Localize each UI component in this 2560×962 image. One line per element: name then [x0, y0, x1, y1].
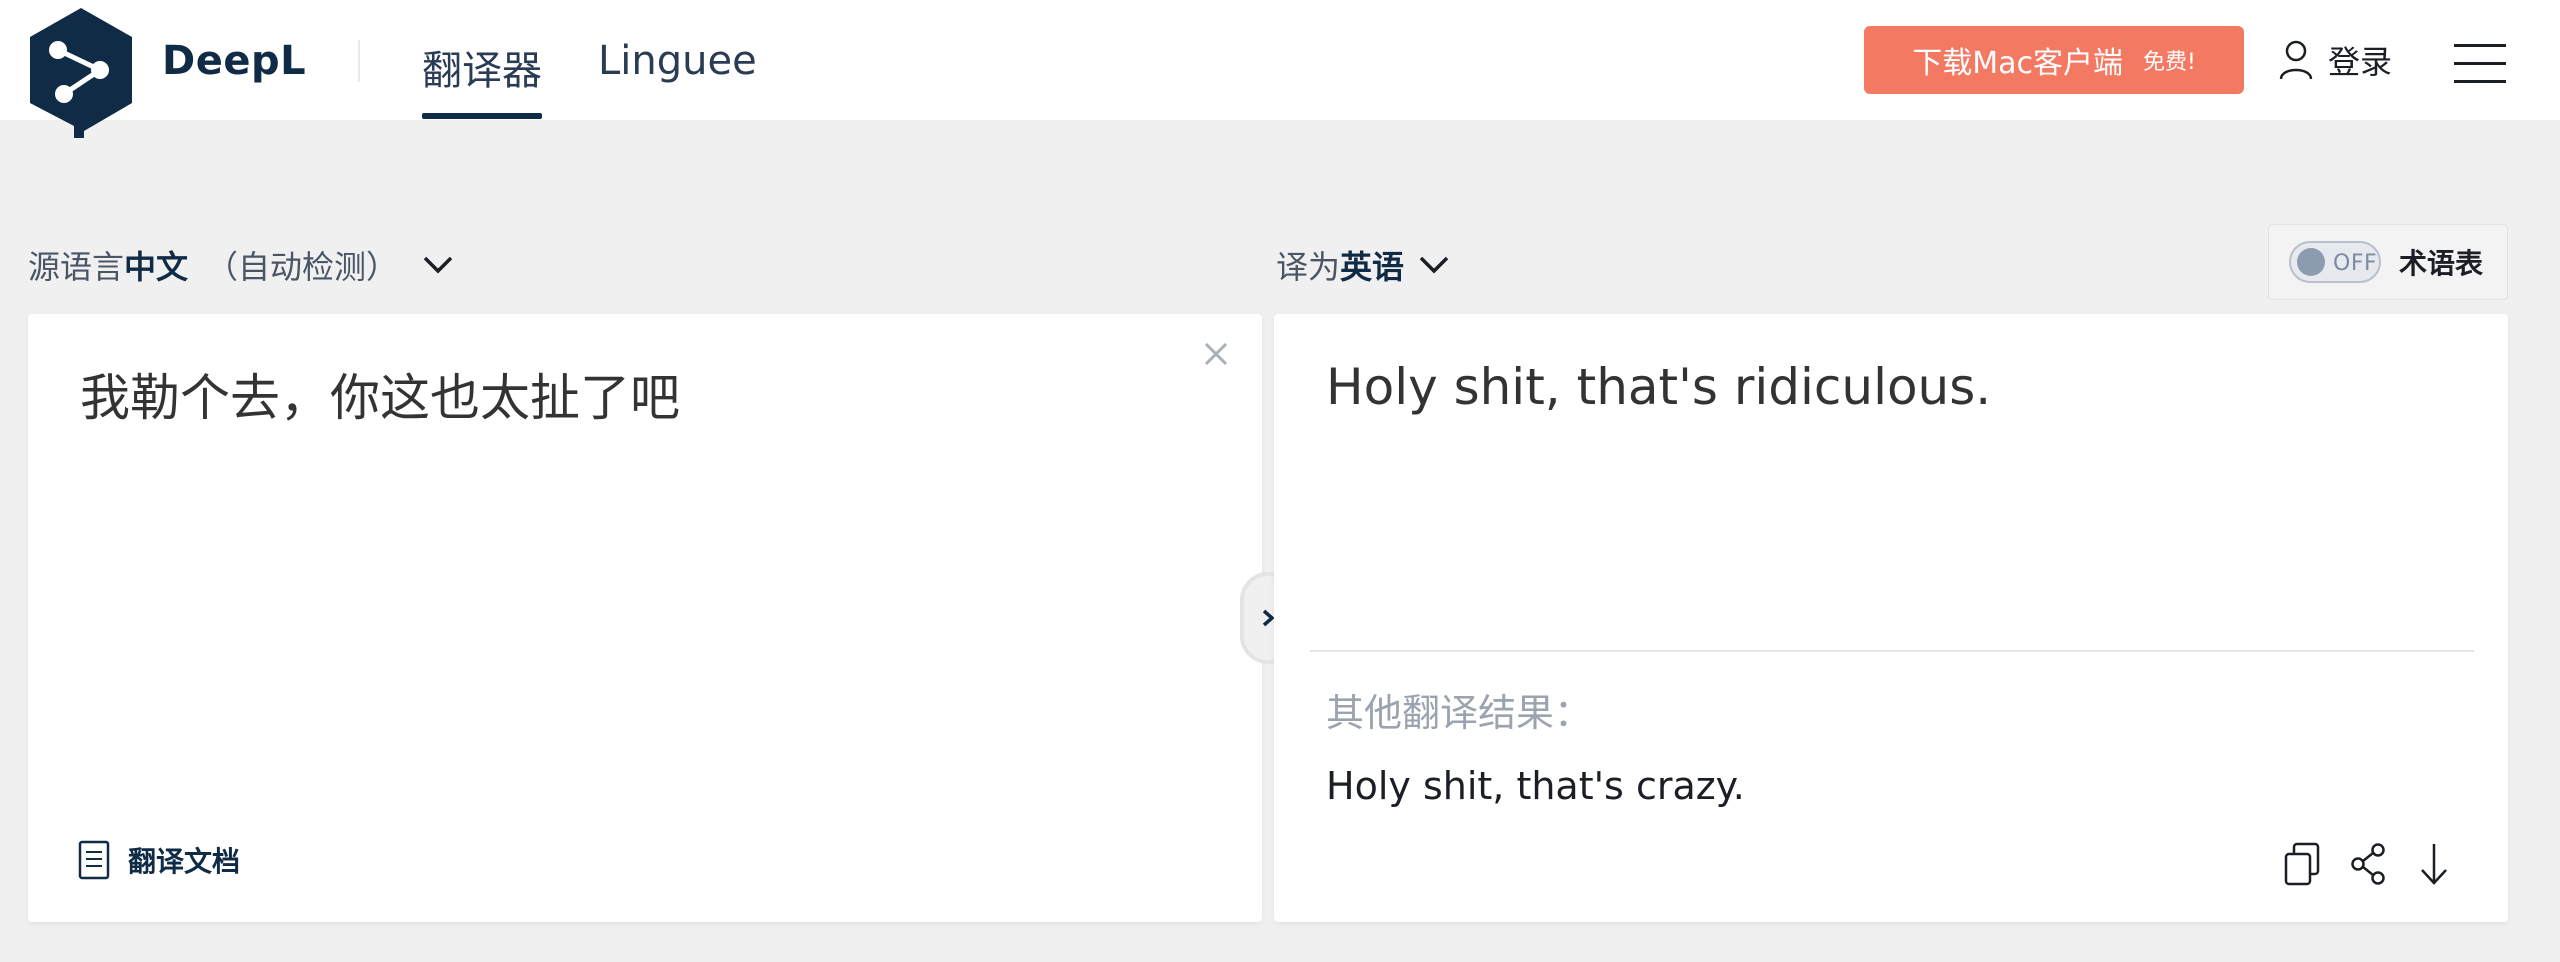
share-icon[interactable] [2348, 842, 2388, 886]
tab-linguee[interactable]: Linguee [598, 38, 757, 84]
document-icon [78, 840, 110, 880]
chevron-down-icon [423, 256, 453, 274]
top-header: DeepL 翻译器 Linguee 下载Mac客户端 免费! 登录 [0, 0, 2560, 144]
arrow-down-icon[interactable] [2414, 842, 2454, 886]
user-icon [2279, 40, 2313, 80]
target-lang-name: 英语 [1340, 248, 1405, 286]
output-actions [2282, 842, 2454, 886]
tab-translator[interactable]: 翻译器 [422, 38, 542, 96]
toggle-switch[interactable]: OFF [2289, 241, 2381, 283]
free-badge: 免费! [2142, 50, 2196, 75]
source-text-input[interactable]: 我勒个去，你这也太扯了吧 [80, 358, 680, 430]
deepl-logo-icon[interactable] [28, 8, 134, 144]
header-divider [358, 40, 360, 82]
document-label: 翻译文档 [128, 845, 241, 878]
alternatives-label: 其他翻译结果： [1326, 691, 1593, 735]
close-icon[interactable] [1198, 336, 1234, 372]
auto-detect-label: （自动检测） [206, 248, 399, 286]
source-panel[interactable]: 我勒个去，你这也太扯了吧 翻译文档 [28, 314, 1262, 922]
source-language-selector[interactable]: 源语言 中文 （自动检测） [28, 242, 454, 288]
source-lang-name: 中文 [124, 248, 189, 286]
source-lang-prefix: 源语言 [28, 248, 125, 286]
alternatives-divider [1310, 650, 2474, 652]
login-button[interactable]: 登录 [2278, 34, 2392, 86]
download-label: 下载Mac客户端 [1912, 46, 2123, 81]
translate-document-button[interactable]: 翻译文档 [78, 840, 240, 880]
alternative-translation[interactable]: Holy shit, that's crazy. [1326, 764, 1745, 808]
target-panel: Holy shit, that's ridiculous. 其他翻译结果： Ho… [1274, 314, 2508, 922]
glossary-label: 术语表 [2399, 247, 2484, 280]
chevron-down-icon [1419, 256, 1449, 274]
active-tab-indicator [422, 113, 542, 119]
toggle-state-label: OFF [2333, 251, 2378, 276]
download-mac-button[interactable]: 下载Mac客户端 免费! [1864, 26, 2244, 94]
translation-output[interactable]: Holy shit, that's ridiculous. [1326, 358, 1991, 416]
toggle-knob [2297, 248, 2325, 276]
login-label: 登录 [2328, 43, 2393, 81]
target-language-selector[interactable]: 译为 英语 [1276, 242, 1450, 288]
hamburger-icon[interactable] [2454, 44, 2506, 84]
target-lang-prefix: 译为 [1276, 248, 1341, 286]
copy-icon[interactable] [2282, 842, 2322, 886]
brand-name[interactable]: DeepL [162, 38, 306, 84]
glossary-toggle[interactable]: OFF 术语表 [2268, 224, 2508, 300]
